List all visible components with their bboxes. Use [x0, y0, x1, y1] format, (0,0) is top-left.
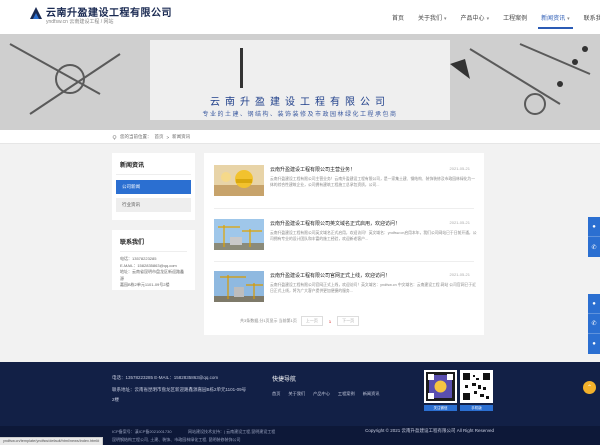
nav-item-label: 关于我们	[418, 16, 443, 22]
news-thumbnail[interactable]	[214, 271, 264, 302]
banner-title: 云南升盈建设工程有限公司	[210, 97, 390, 108]
company-logo[interactable]	[28, 5, 44, 21]
qq-icon[interactable]: ●	[588, 334, 600, 354]
nav-item-0[interactable]: 首页	[392, 10, 404, 25]
nav-item-5[interactable]: 联系我们	[584, 10, 600, 25]
back-to-top-icon[interactable]: ⌃	[583, 381, 596, 394]
phone-icon[interactable]: ✆	[588, 237, 600, 257]
news-summary: 云南升盈建设工程有限公司英文域名正式启用，欢迎访问！英文域名：yndfsw.cn…	[270, 231, 477, 241]
wechat-qr-code	[424, 370, 457, 403]
wechat-qr-label: 关注微信	[424, 405, 457, 411]
brand-title: 云南升盈建设工程有限公司	[46, 8, 172, 19]
quick-nav-title: 快捷导航	[272, 377, 297, 383]
footer-link-cases[interactable]: 工程案例	[338, 391, 355, 397]
chevron-down-icon: ▾	[486, 16, 490, 22]
hero-banner: 云南升盈建设工程有限公司 专业的土建、钢结构、装饰装修及市政园林绿化工程承包商	[0, 34, 600, 130]
footer-address: 联系地址：云南省昆明市盘龙区新迎路鑫源嘉园B栋2单元1101-09号	[112, 387, 247, 392]
nav-item-label: 工程案例	[503, 16, 528, 22]
breadcrumb-home-link[interactable]: 首页	[155, 134, 164, 140]
nav-item-4[interactable]: 新闻资讯 ▾	[538, 10, 573, 29]
sidebar: 新闻资讯 公司新闻 行业资讯 联系我们 电话：13578223285 E-MAI…	[112, 153, 195, 290]
footer-link-news[interactable]: 新闻资讯	[363, 391, 380, 397]
news-thumbnail[interactable]	[214, 219, 264, 250]
list-item[interactable]: 云南升盈建设工程有限公司官网正式上线，欢迎访问！ 2021-05-21 云南升盈…	[214, 267, 476, 307]
nav-item-label: 产品中心	[460, 16, 485, 22]
contact-address: 地址：云南省昆明市盘龙区新迎路鑫源	[120, 269, 184, 281]
location-icon	[112, 134, 117, 140]
breadcrumb-separator: >	[166, 134, 170, 140]
breadcrumb: 您的当前位置： 首页 > 新闻资讯	[0, 130, 600, 144]
brand-subtitle: yndfsw.cn 云南建设工程 / 网站	[46, 19, 114, 25]
news-thumbnail[interactable]	[214, 165, 264, 196]
page-number-button[interactable]: 1	[327, 319, 333, 324]
site-header: 云南升盈建设工程有限公司 yndfsw.cn 云南建设工程 / 网站 首页 关于我…	[0, 0, 600, 34]
news-summary: 云南升盈建设工程有限公司官网正式上线，欢迎访问！英文域名：yndfsw.cn 中…	[270, 283, 476, 293]
contact-box: 联系我们 电话：13578223285 E-MAIL：1582835863@qq…	[112, 230, 195, 290]
news-date: 2021-05-21	[449, 166, 470, 171]
phone-icon[interactable]: ✆	[588, 314, 600, 334]
float-contact-bar-bottom: ● ✆ ●	[588, 294, 600, 354]
sidebar-item-company-news[interactable]: 公司新闻	[116, 180, 191, 194]
chevron-down-icon: ▾	[567, 16, 570, 22]
pagination: 共3条数据,分1页显示 当前第1页 上一页 1 下一页	[240, 316, 360, 326]
nav-item-label: 新闻资讯	[541, 16, 566, 22]
news-date: 2021-05-21	[449, 272, 470, 277]
list-item[interactable]: 云南升盈建设工程有限公司主营业务！ 2021-05-21 云南升盈建设工程有限公…	[214, 161, 475, 201]
quick-nav-links: 首页 关于我们 产品中心 工程案例 新闻资讯	[272, 391, 379, 397]
sidebar-item-industry-news[interactable]: 行业资讯	[116, 198, 191, 212]
float-contact-bar-top: ● ✆	[588, 217, 600, 257]
breadcrumb-prefix: 您的当前位置：	[120, 134, 152, 139]
list-item[interactable]: 云南升盈建设工程有限公司英文域名正式启用，欢迎访问！ 2021-05-21 云南…	[214, 215, 477, 255]
news-title[interactable]: 云南升盈建设工程有限公司英文域名正式启用，欢迎访问！	[270, 220, 400, 227]
news-title[interactable]: 云南升盈建设工程有限公司官网正式上线，欢迎访问！	[270, 272, 390, 279]
mobile-qr-code	[460, 370, 493, 403]
site-footer: 电话：13578223285 E-MAIL：1582835863@qq.com …	[0, 362, 600, 445]
prev-page-button[interactable]: 上一页	[300, 316, 323, 326]
qq-icon[interactable]: ●	[588, 217, 600, 237]
news-list: 云南升盈建设工程有限公司主营业务！ 2021-05-21 云南升盈建设工程有限公…	[204, 153, 484, 335]
footer-keywords[interactable]: 网站建设技术支持：| 云南建设工程,昆明建设工程	[188, 429, 275, 435]
divider	[214, 208, 474, 209]
nav-item-label: 首页	[392, 16, 405, 22]
footer-link-products[interactable]: 产品中心	[313, 391, 330, 397]
news-summary: 云南升盈建设工程有限公司主营业务！云南升盈建设工程有限公司，是一家集土建、钢结构…	[270, 177, 476, 187]
footer-link-home[interactable]: 首页	[272, 391, 280, 397]
status-bar-url: yndfsw.cn/template/yndfsw/default/html/n…	[0, 437, 104, 445]
nav-item-3[interactable]: 工程案例	[503, 10, 527, 25]
contact-address-2: 嘉园B栋2单元1101-09号2楼	[120, 282, 170, 287]
chevron-down-icon: ▾	[444, 16, 447, 22]
qq-icon[interactable]: ●	[588, 294, 600, 314]
footer-link-about[interactable]: 关于我们	[288, 391, 305, 397]
footer-contact: 电话：13578223285 E-MAIL：1582835863@qq.com	[112, 375, 219, 380]
footer-tags: 昆明钢结构工程公司, 土建、装饰、市政园林绿化工程, 昆明装修装饰公司	[112, 437, 241, 442]
banner-slogan: 专业的土建、钢结构、装饰装修及市政园林绿化工程承包商	[202, 111, 398, 118]
divider	[214, 261, 474, 262]
pagination-summary: 共3条数据,分1页显示 当前第1页	[240, 318, 297, 323]
main-nav: 首页关于我们▾产品中心▾工程案例新闻资讯▾联系我们	[392, 10, 600, 29]
mobile-qr-label: 手机版	[460, 405, 493, 411]
breadcrumb-current[interactable]: 新闻资讯	[172, 134, 190, 140]
category-box: 新闻资讯 公司新闻 行业资讯	[112, 153, 195, 220]
nav-item-1[interactable]: 关于我们 ▾	[418, 10, 447, 25]
next-page-button[interactable]: 下一页	[337, 316, 360, 326]
icp-record[interactable]: ICP备案号：滇ICP备2021001730	[112, 429, 172, 435]
nav-item-label: 联系我们	[583, 16, 600, 22]
nav-item-2[interactable]: 产品中心 ▾	[461, 10, 490, 25]
news-date: 2021-05-21	[449, 220, 470, 225]
news-title[interactable]: 云南升盈建设工程有限公司主营业务！	[270, 166, 355, 173]
category-heading: 新闻资讯	[116, 160, 191, 175]
contact-heading: 联系我们	[120, 237, 187, 252]
copyright: Copyright © 2021 云南升盈建设工程有限公司 All Right …	[365, 428, 494, 433]
footer-address-2: 2楼	[112, 397, 120, 402]
